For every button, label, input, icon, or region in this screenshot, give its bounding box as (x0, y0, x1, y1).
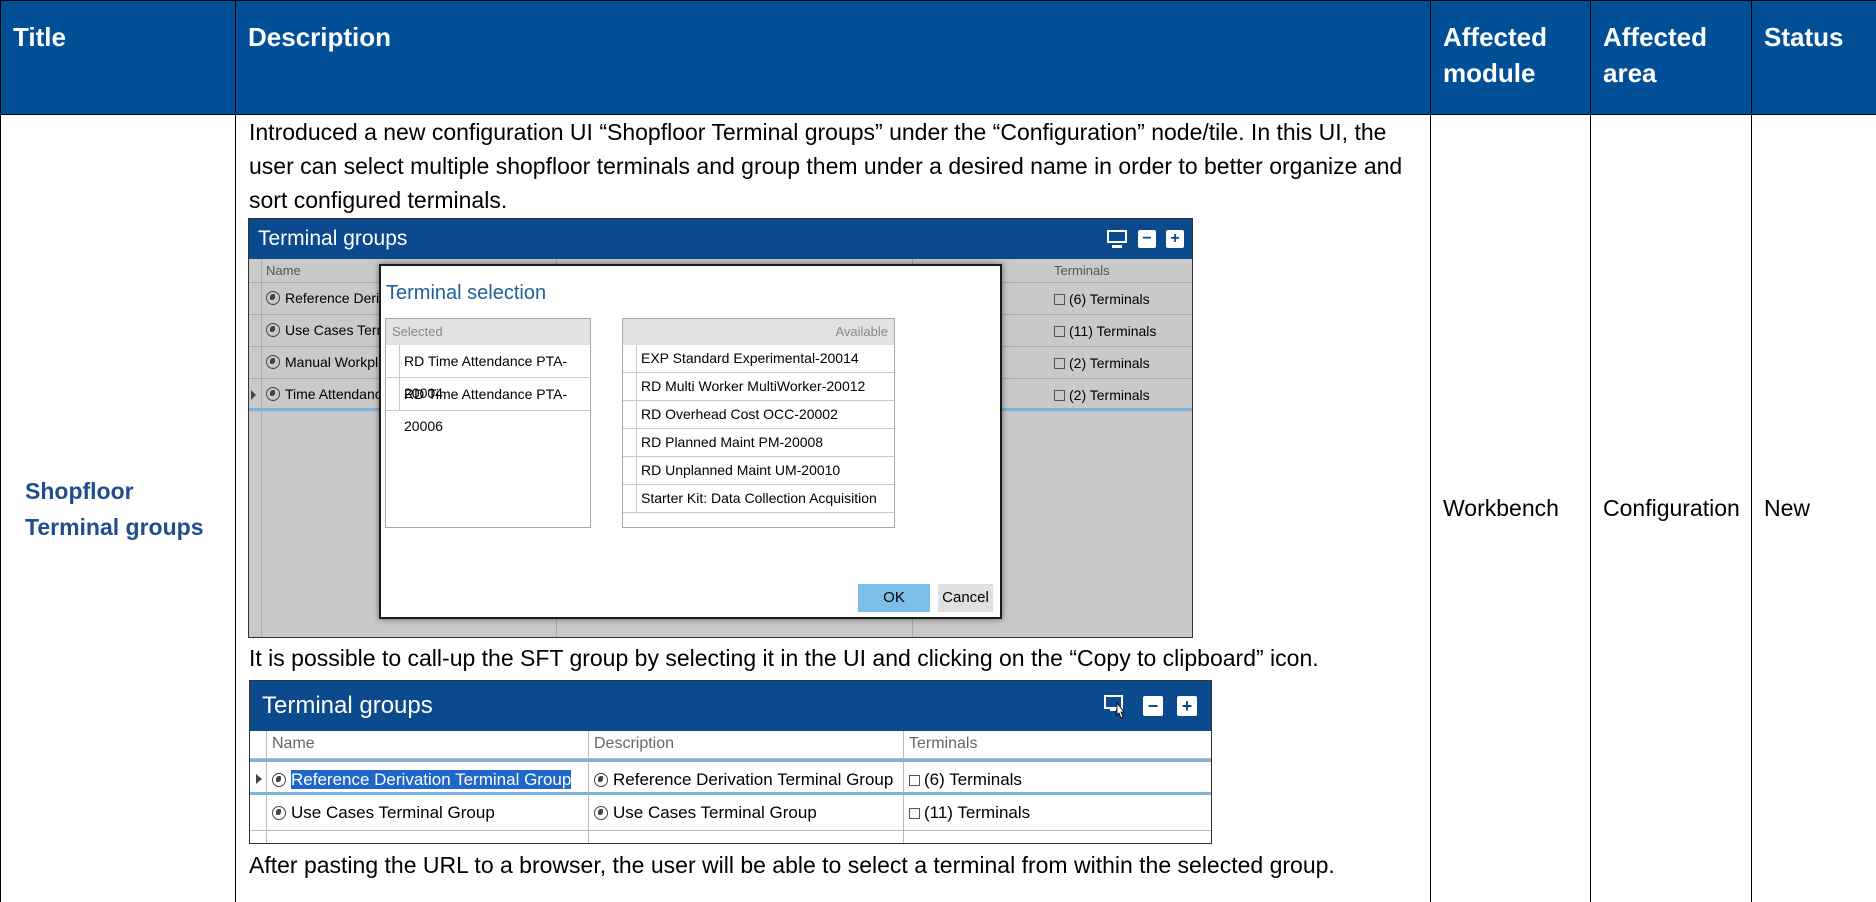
globe-icon (594, 806, 608, 820)
row-terminals[interactable]: (6) Terminals (1069, 291, 1150, 307)
external-link-icon[interactable] (1054, 326, 1065, 337)
selected-list: Selected RD Time Attendance PTA-20004 RD… (385, 318, 591, 528)
list-item[interactable]: RD Overhead Cost OCC-20002 (623, 401, 894, 429)
header-affected-module: Affected module (1430, 0, 1591, 115)
external-link-icon[interactable] (1054, 294, 1065, 305)
globe-icon (266, 355, 280, 369)
dialog-title: Terminal selection (386, 282, 547, 304)
table-row[interactable]: Reference Derivation Terminal Group Refe… (250, 759, 1211, 795)
row-description: Introduced a new configuration UI “Shopf… (235, 114, 1431, 902)
minus-icon[interactable]: − (1138, 230, 1156, 248)
list-item[interactable]: RD Planned Maint PM-20008 (623, 429, 894, 457)
terminal-groups-title: Terminal groups (258, 227, 408, 250)
table-row[interactable]: Use Cases Terminal Group Use Cases Termi… (250, 795, 1211, 831)
external-link-icon[interactable] (1054, 358, 1065, 369)
plus-icon[interactable]: + (1177, 696, 1197, 716)
row-name: Manual Workplac (285, 354, 393, 370)
header-description: Description (235, 0, 1431, 115)
external-link-icon[interactable] (909, 808, 920, 819)
list-item[interactable]: EXP Standard Experimental-20014 (623, 345, 894, 373)
list-item[interactable]: Starter Kit: Data Collection Acquisition (623, 485, 894, 513)
row-terminals[interactable]: (2) Terminals (1069, 355, 1150, 371)
globe-icon (272, 773, 286, 787)
terminal-groups-header: Terminal groups − + (249, 219, 1192, 259)
row-name[interactable]: Reference Derivation Terminal Group (291, 770, 572, 789)
globe-icon (266, 291, 280, 305)
external-link-icon[interactable] (1054, 390, 1065, 401)
row-name: Use Cases Terminal Group (291, 803, 495, 822)
globe-icon (594, 773, 608, 787)
monitor-icon[interactable] (1106, 229, 1128, 249)
terminal-groups-screenshot-2: Terminal groups − + Name Description Ter… (249, 680, 1212, 844)
column-header-row: Name Description Terminals (250, 731, 1211, 759)
terminal-groups-header: Terminal groups − + (250, 681, 1211, 731)
row-name: Time Attendance (285, 386, 390, 402)
globe-icon (266, 387, 280, 401)
plus-icon[interactable]: + (1166, 230, 1184, 248)
release-notes-table: Title Description Affected module Affect… (0, 0, 1876, 902)
available-list: Available EXP Standard Experimental-2001… (622, 318, 895, 528)
row-affected-area: Configuration (1590, 114, 1752, 902)
description-middle: It is possible to call-up the SFT group … (249, 645, 1319, 671)
row-status: New (1751, 114, 1876, 902)
list-item[interactable]: RD Time Attendance PTA-20004 (386, 345, 590, 401)
list-item[interactable]: RD Unplanned Maint UM-20010 (623, 457, 894, 485)
header-title: Title (0, 0, 236, 115)
row-title: Shopfloor Terminal groups (0, 114, 236, 902)
ok-button[interactable]: OK (858, 584, 930, 612)
column-name: Name (266, 263, 301, 278)
row-terminals[interactable]: (2) Terminals (1069, 387, 1150, 403)
row-affected-module: Workbench (1430, 114, 1591, 902)
table-header-row: Title Description Affected module Affect… (0, 0, 1876, 115)
row-expand-icon[interactable] (251, 390, 256, 400)
list-item[interactable]: RD Time Attendance PTA-20006 (386, 378, 590, 434)
globe-icon (266, 323, 280, 337)
row-terminals[interactable]: (6) Terminals (924, 770, 1022, 789)
cancel-button[interactable]: Cancel (938, 584, 993, 612)
table-row: Shopfloor Terminal groups Introduced a n… (0, 114, 1876, 902)
row-description: Reference Derivation Terminal Group (613, 770, 894, 789)
globe-icon (272, 806, 286, 820)
row-terminals[interactable]: (11) Terminals (1069, 323, 1156, 339)
column-terminals: Terminals (909, 735, 978, 752)
column-name: Name (272, 735, 315, 752)
selected-list-header: Selected (386, 319, 590, 345)
copy-to-clipboard-icon[interactable] (1103, 693, 1129, 719)
row-description: Use Cases Terminal Group (613, 803, 817, 822)
minus-icon[interactable]: − (1143, 696, 1163, 716)
list-item[interactable]: RD Multi Worker MultiWorker-20012 (623, 373, 894, 401)
header-affected-area: Affected area (1590, 0, 1752, 115)
column-description: Description (594, 735, 675, 752)
terminal-groups-title: Terminal groups (262, 692, 433, 719)
row-expand-icon[interactable] (256, 774, 262, 784)
row-terminals[interactable]: (11) Terminals (924, 803, 1030, 822)
available-list-header: Available (623, 319, 894, 345)
column-terminals: Terminals (1054, 263, 1110, 278)
terminal-groups-screenshot-1: Terminal groups − + Name Terminals Refer… (248, 218, 1193, 638)
external-link-icon[interactable] (909, 775, 920, 786)
description-outro: After pasting the URL to a browser, the … (249, 852, 1335, 878)
header-status: Status (1751, 0, 1876, 115)
terminal-selection-dialog: Terminal selection Selected RD Time Atte… (379, 264, 1002, 619)
description-intro: Introduced a new configuration UI “Shopf… (249, 119, 1403, 213)
